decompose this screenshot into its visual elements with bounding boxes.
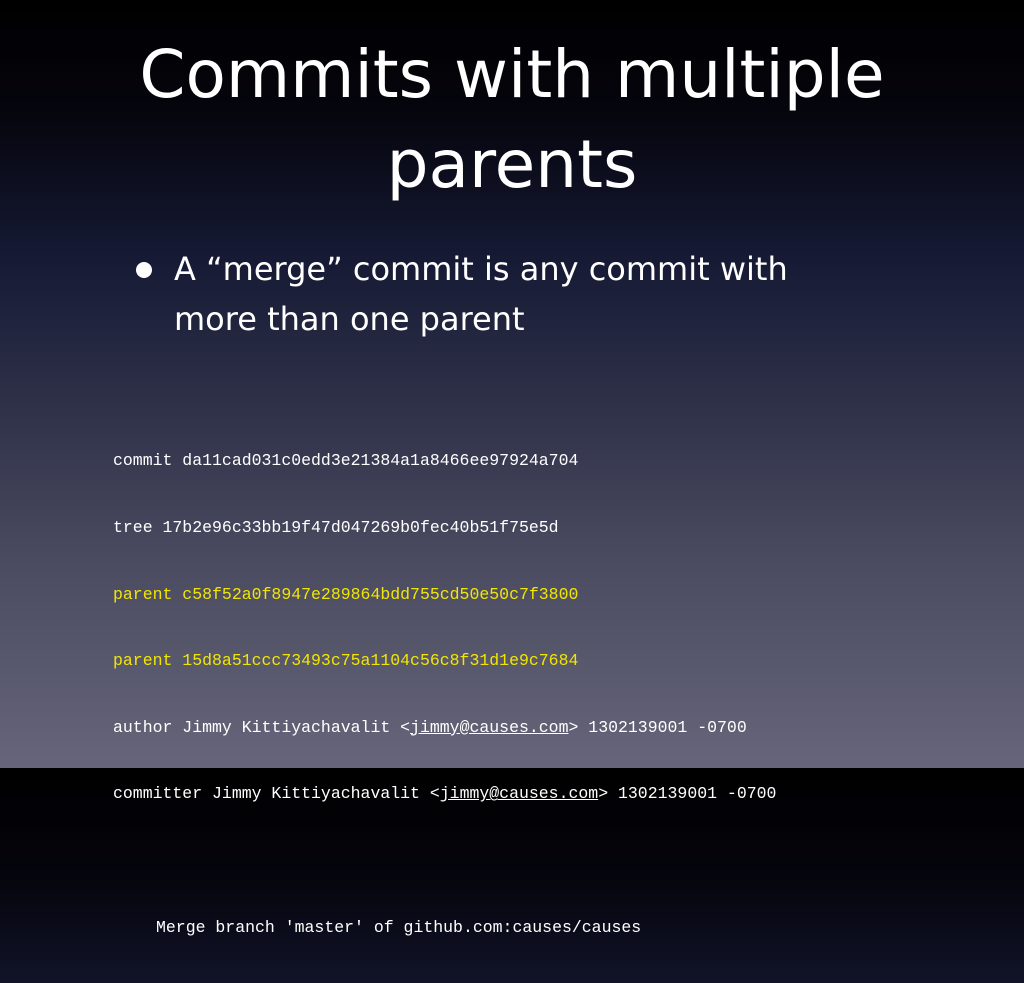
author-prefix: author Jimmy Kittiyachavalit < bbox=[113, 717, 411, 737]
bullet-dot-icon bbox=[136, 262, 152, 278]
commit-object-listing: commit da11cad031c0edd3e21384a1a8466ee97… bbox=[113, 406, 933, 983]
parent-line-1: parent c58f52a0f8947e289864bdd755cd50e50… bbox=[113, 584, 579, 604]
parent-line-2: parent 15d8a51ccc73493c75a1104c56c8f31d1… bbox=[113, 651, 579, 671]
slide: Commits with multiple parents A “merge” … bbox=[0, 0, 1024, 937]
committer-email-link[interactable]: jimmy@causes.com bbox=[440, 784, 598, 803]
tree-hash-line: tree 17b2e96c33bb19f47d047269b0fec40b51f… bbox=[113, 518, 559, 537]
committer-suffix: > 1302139001 -0700 bbox=[598, 784, 777, 804]
bullet-text-line-2: more than one parent bbox=[174, 300, 525, 338]
bullet-text-line-1: A “merge” commit is any commit with bbox=[174, 250, 788, 288]
bullet-list: A “merge” commit is any commit with more… bbox=[128, 244, 888, 344]
author-email-link[interactable]: jimmy@causes.com bbox=[410, 718, 568, 737]
author-suffix: > 1302139001 -0700 bbox=[568, 717, 747, 737]
slide-title-line-2: parents bbox=[386, 126, 638, 203]
author-line: author Jimmy Kittiyachavalit <jimmy@caus… bbox=[113, 717, 933, 739]
committer-prefix: committer Jimmy Kittiyachavalit < bbox=[113, 784, 440, 804]
commit-hash-line: commit da11cad031c0edd3e21384a1a8466ee97… bbox=[113, 451, 579, 471]
bullet-item: A “merge” commit is any commit with more… bbox=[128, 244, 888, 344]
slide-title: Commits with multiple parents bbox=[0, 30, 1024, 210]
commit-message: Merge branch 'master' of github.com:caus… bbox=[156, 917, 642, 937]
committer-line: committer Jimmy Kittiyachavalit <jimmy@c… bbox=[113, 783, 933, 805]
slide-title-line-1: Commits with multiple bbox=[139, 36, 885, 113]
